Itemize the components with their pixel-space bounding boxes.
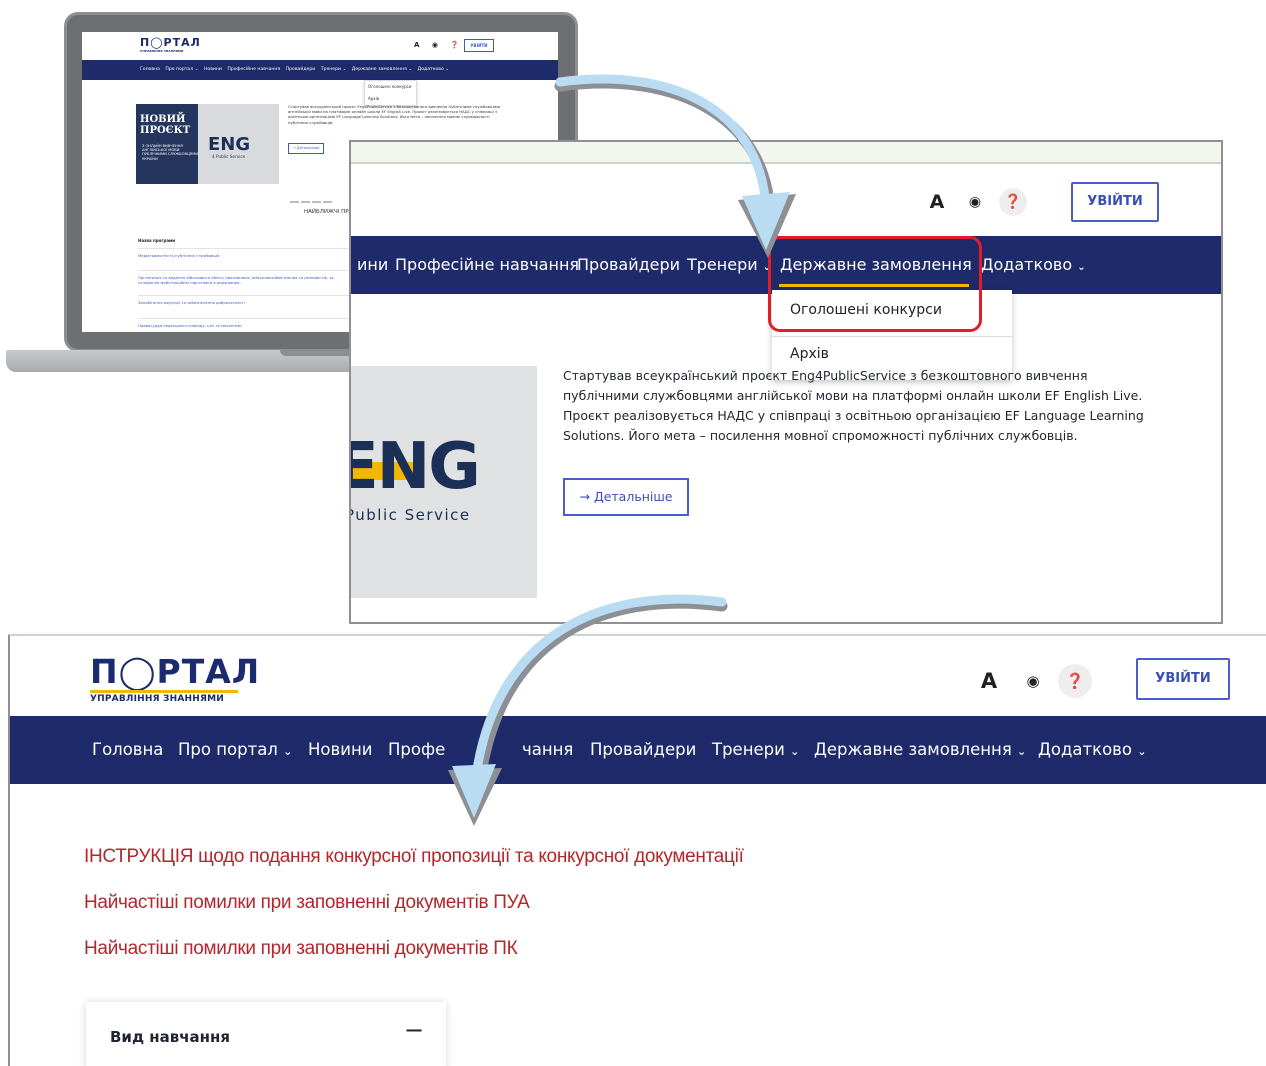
mini-more-button[interactable]: → Детальніше (288, 143, 324, 154)
help-icon[interactable]: ❓ (1058, 664, 1092, 698)
browser-strip (351, 142, 1221, 164)
nav-item-more[interactable]: Додатково ⌄ (1038, 716, 1146, 786)
mini-logo-subtitle: УПРАВЛІННЯ ЗНАННЯМИ (140, 49, 184, 53)
mini-nav-item[interactable]: Провайдери (286, 67, 316, 72)
nav-item-trainers[interactable]: Тренери ⌄ (712, 716, 799, 786)
mini-accessibility-tools[interactable]: A ◉ ❓ (414, 41, 464, 49)
mini-nav-item[interactable]: Додатково ⌄ (418, 67, 449, 72)
mini-login-button[interactable]: УВІЙТИ (464, 39, 494, 52)
nav-item-label: Додатково (981, 255, 1073, 274)
mini-logo[interactable]: П◯РТАЛ (140, 36, 201, 49)
mini-eng-subtitle: 4 Public Service (212, 154, 246, 159)
nav-item-label: Про портал (178, 740, 278, 759)
training-type-accordion[interactable]: Вид навчання − (86, 1002, 446, 1066)
dropdown-item-archive[interactable]: Архів (790, 346, 829, 362)
nav-item-label: Додатково (1038, 740, 1132, 759)
nav-item-home[interactable]: Головна (92, 716, 163, 784)
nav-item-state-order[interactable]: Державне замовлення ⌄ (814, 716, 1026, 786)
nav-bar: Головна Про портал ⌄ Новини Профе чання … (10, 716, 1266, 784)
collapse-icon[interactable]: − (404, 1016, 424, 1044)
mini-nav-item[interactable]: Головна (140, 67, 160, 72)
dropdown-divider (772, 336, 1012, 337)
nav-item-providers[interactable]: Провайдери (590, 716, 696, 784)
mini-nav-item[interactable]: Новини (204, 67, 222, 72)
mini-table-row[interactable]: Правосуддя перехідного періоду: цілі та … (138, 318, 352, 328)
laptop-notch (280, 350, 360, 356)
mini-hero-title: НОВИЙ ПРОЄКТ (140, 114, 191, 136)
mini-hero-banner: НОВИЙ ПРОЄКТ З ОНЛАЙН ВИВЧЕННЯ АНГЛІЙСЬК… (136, 104, 198, 184)
eng-logo: ENG (349, 430, 481, 504)
pk-errors-link[interactable]: Найчастіші помилки при заповненні докуме… (84, 938, 518, 960)
mini-nav-item[interactable]: Державне замовлення ⌄ (352, 67, 412, 72)
nav-item-training[interactable]: Професійне навчання (395, 236, 579, 294)
carousel-dots[interactable] (559, 612, 729, 616)
login-button[interactable]: УВІЙТИ (1136, 658, 1230, 700)
eye-icon[interactable]: ◉ (1016, 664, 1050, 698)
chevron-down-icon: ⌄ (1077, 262, 1086, 273)
mini-table-row[interactable]: Організація та ведення військового облік… (138, 270, 352, 285)
help-icon[interactable]: ❓ (999, 188, 1027, 216)
accordion-title: Вид навчання (110, 1028, 231, 1046)
portal-logo[interactable]: П◯РТАЛ (90, 654, 260, 690)
mini-hero-image: НОВИЙ ПРОЄКТ З ОНЛАЙН ВИВЧЕННЯ АНГЛІЙСЬК… (136, 104, 279, 184)
chevron-down-icon: ⌄ (1017, 745, 1027, 758)
zoomed-screenshot: A ◉ ❓ УВІЙТИ ини Професійне навчання Про… (349, 140, 1223, 624)
nav-item-training-end[interactable]: чання (522, 716, 573, 784)
chevron-down-icon: ⌄ (790, 745, 800, 758)
nav-item-news[interactable]: ини (357, 236, 388, 294)
chevron-down-icon: ⌄ (283, 745, 293, 758)
mini-header: П◯РТАЛ УПРАВЛІННЯ ЗНАННЯМИ A ◉ ❓ УВІЙТИ (82, 32, 558, 58)
nav-item-training-start[interactable]: Профе (388, 716, 445, 784)
nav-item-providers[interactable]: Провайдери (577, 236, 680, 294)
mini-hero-text: Стартував всеукраїнський проєкт Eng4Publ… (288, 104, 501, 125)
hero-description: Стартував всеукраїнський проєкт Eng4Publ… (563, 368, 1144, 443)
pua-errors-link[interactable]: Найчастіші помилки при заповненні докуме… (84, 892, 530, 914)
nav-item-news[interactable]: Новини (308, 716, 372, 784)
portal-logo-subtitle: УПРАВЛІННЯ ЗНАННЯМИ (90, 694, 225, 704)
highlight-box (768, 236, 982, 332)
nav-item-about[interactable]: Про портал ⌄ (178, 716, 292, 786)
procurement-page: П◯РТАЛ УПРАВЛІННЯ ЗНАННЯМИ A ◉ ❓ УВІЙТИ … (8, 634, 1266, 1066)
eye-icon[interactable]: ◉ (961, 188, 989, 216)
details-button[interactable]: → Детальніше (563, 478, 689, 516)
mini-hero-caption: З ОНЛАЙН ВИВЧЕННЯ АНГЛІЙСЬКОЇ МОВИ ПУБЛІ… (142, 144, 199, 161)
mini-dropdown: Оголошені конкурси Архів (364, 80, 417, 106)
chevron-down-icon: ⌄ (1137, 745, 1147, 758)
mini-nav-item[interactable]: Професійне навчання (227, 67, 280, 72)
mini-table-row[interactable]: Запобігання корупції та забезпечення доб… (138, 295, 352, 305)
login-button[interactable]: УВІЙТИ (1071, 182, 1159, 222)
nav-item-more[interactable]: Додатково ⌄ (981, 236, 1086, 297)
eng-subtitle: Public Service (349, 506, 471, 524)
mini-table-header: Назва програми (138, 238, 176, 243)
mini-table-row[interactable]: Медіаграмотність публічних службовців (138, 248, 352, 258)
mini-nav-item[interactable]: Тренери ⌄ (321, 67, 347, 72)
instruction-link[interactable]: ІНСТРУКЦІЯ щодо подання конкурсної пропо… (84, 846, 744, 868)
nav-item-label: Державне замовлення (814, 740, 1012, 759)
nav-item-trainers[interactable]: Тренери ⌄ (687, 236, 771, 297)
mini-nav-bar: Головна Про портал ⌄ Новини Професійне н… (82, 60, 558, 80)
mini-dropdown-item[interactable]: Архів (368, 96, 413, 101)
mini-carousel-dots (290, 188, 350, 203)
mini-eng-logo: ENG (208, 134, 251, 155)
font-size-icon[interactable]: A (972, 664, 1006, 698)
hero-image: ENG Public Service (351, 366, 537, 598)
nav-item-label: Тренери (687, 255, 758, 274)
mini-dropdown-item[interactable]: Оголошені конкурси (368, 84, 413, 89)
font-size-icon[interactable]: A (923, 188, 951, 216)
mini-nav-item[interactable]: Про портал ⌄ (165, 67, 198, 72)
nav-item-label: Тренери (712, 740, 785, 759)
logo-yellow-bar (90, 690, 238, 693)
